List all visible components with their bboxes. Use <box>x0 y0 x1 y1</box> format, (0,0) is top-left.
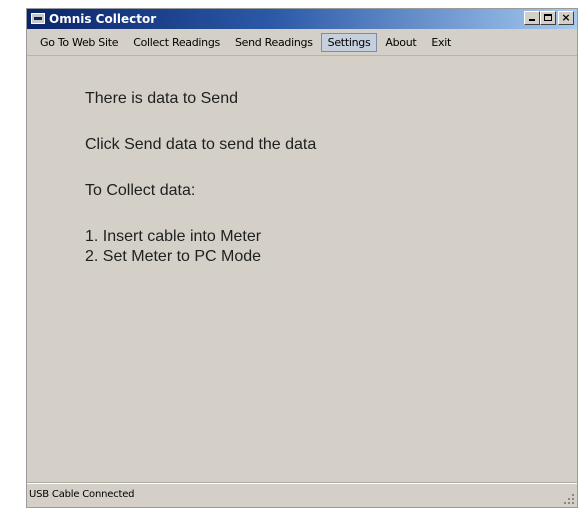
close-icon: × <box>561 11 571 24</box>
menu-go-to-web-site[interactable]: Go To Web Site <box>33 33 125 52</box>
maximize-button[interactable] <box>540 11 556 25</box>
caption-buttons: × <box>524 11 574 25</box>
app-window: Omnis Collector × Go To Web Site Collect… <box>26 8 578 508</box>
menu-about[interactable]: About <box>378 33 423 52</box>
menu-bar: Go To Web Site Collect Readings Send Rea… <box>27 29 577 55</box>
step-1: 1. Insert cable into Meter <box>85 228 262 245</box>
main-content: There is data to Send Click Send data to… <box>85 89 316 267</box>
menu-send-readings[interactable]: Send Readings <box>228 33 320 52</box>
menu-exit[interactable]: Exit <box>424 33 458 52</box>
window-title: Omnis Collector <box>49 12 157 26</box>
status-message: There is data to Send <box>85 90 238 107</box>
send-instruction: Click Send data to send the data <box>85 136 317 153</box>
title-bar[interactable]: Omnis Collector × <box>27 9 577 29</box>
step-2: 2. Set Meter to PC Mode <box>85 248 262 265</box>
resize-grip-icon[interactable] <box>564 494 574 504</box>
status-bar: USB Cable Connected <box>27 483 577 507</box>
minimize-icon <box>529 19 535 21</box>
menu-settings[interactable]: Settings <box>320 32 378 52</box>
maximize-icon <box>544 14 552 21</box>
close-button[interactable]: × <box>558 11 574 25</box>
menu-collect-readings[interactable]: Collect Readings <box>126 33 227 52</box>
connection-status: USB Cable Connected <box>29 489 135 500</box>
app-icon[interactable] <box>31 13 45 24</box>
minimize-button[interactable] <box>524 11 540 25</box>
collect-heading: To Collect data: <box>85 182 196 199</box>
menu-divider <box>27 55 577 56</box>
